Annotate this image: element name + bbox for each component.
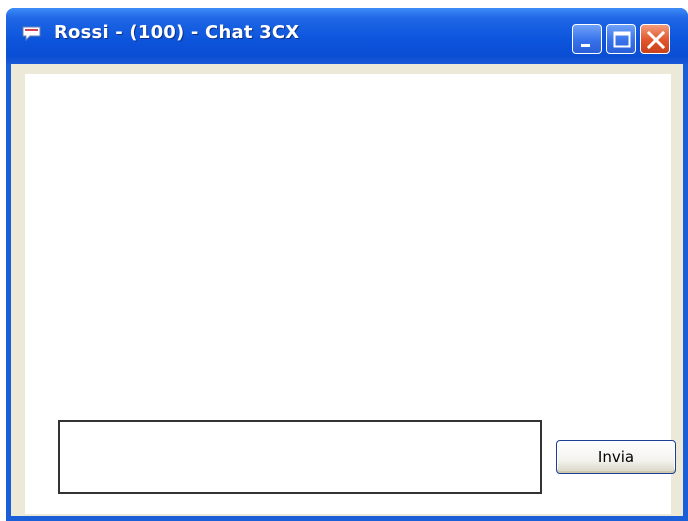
message-input[interactable]: [58, 420, 542, 494]
maximize-icon: [613, 31, 631, 48]
chat-history-area[interactable]: Invia: [25, 74, 676, 514]
chat-bubble-icon: [22, 26, 42, 42]
close-icon: [646, 30, 666, 50]
minimize-button[interactable]: [572, 24, 602, 54]
window-client-area: Invia: [11, 64, 683, 516]
send-button[interactable]: Invia: [556, 440, 676, 474]
chat-window: Rossi - (100) - Chat 3CX Invia: [6, 8, 688, 521]
close-button[interactable]: [640, 24, 670, 54]
title-bar[interactable]: Rossi - (100) - Chat 3CX: [6, 8, 688, 64]
minimize-icon: [581, 44, 590, 47]
maximize-button[interactable]: [606, 24, 636, 54]
window-title: Rossi - (100) - Chat 3CX: [54, 22, 300, 43]
